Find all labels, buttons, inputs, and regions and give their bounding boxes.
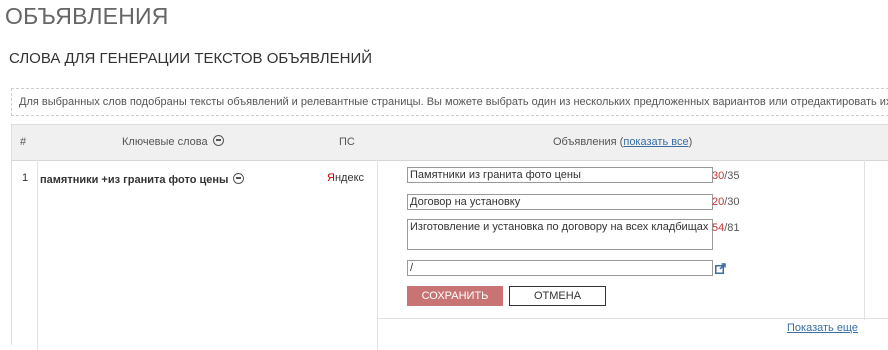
column-divider [864,160,865,320]
header-ads-suffix: ) [688,136,693,148]
keyword-cell: памятники +из гранита фото цены [40,172,245,186]
remove-keyword-icon[interactable] [233,172,245,184]
engine-rest: ндекс [334,172,364,184]
ad-title-input[interactable] [407,167,713,183]
text-char-count: 54 [712,222,725,234]
page-title: ОБЪЯВЛЕНИЯ [5,3,169,29]
collapse-all-icon[interactable] [212,134,224,146]
search-engine-label: Яндекс [327,172,364,184]
ad-url-input[interactable] [407,260,713,276]
text-char-counter: 54/81 [712,222,740,234]
text-char-max: /81 [724,222,740,234]
header-ads-prefix: Объявления ( [553,136,624,148]
show-more-link[interactable]: Показать еще [787,322,858,334]
column-divider [37,160,38,350]
ad-text-input[interactable]: Изготовление и установка по договору на … [407,219,713,250]
keyword-text: памятники +из гранита фото цены [40,174,229,186]
table-header: # Ключевые слова ПС Объявления (показать… [12,125,888,161]
title2-char-counter: 20/30 [712,196,740,208]
header-keywords-label: Ключевые слова [122,136,208,148]
title-char-counter: 30/35 [712,170,740,182]
header-num: # [20,136,27,148]
title2-char-count: 20 [712,196,725,208]
header-ads: Объявления (показать все) [553,125,692,160]
row-bottom-divider [377,318,888,319]
ad-title2-input[interactable] [407,194,713,210]
show-all-link[interactable]: показать все [623,136,688,148]
title2-char-max: /30 [724,196,740,208]
info-text: Для выбранных слов подобраны тексты объя… [19,96,888,108]
external-link-icon[interactable] [715,263,726,274]
title-char-max: /35 [724,170,740,182]
header-keywords: Ключевые слова [122,125,224,160]
engine-first-letter: Я [327,172,335,184]
cancel-button[interactable]: ОТМЕНА [509,286,606,306]
header-engine: ПС [339,136,355,148]
row-number: 1 [22,172,29,184]
section-title: СЛОВА ДЛЯ ГЕНЕРАЦИИ ТЕКСТОВ ОБЪЯВЛЕНИЙ [9,50,373,67]
info-box: Для выбранных слов подобраны тексты объя… [11,88,888,116]
save-button[interactable]: СОХРАНИТЬ [407,286,503,306]
title-char-count: 30 [712,170,725,182]
